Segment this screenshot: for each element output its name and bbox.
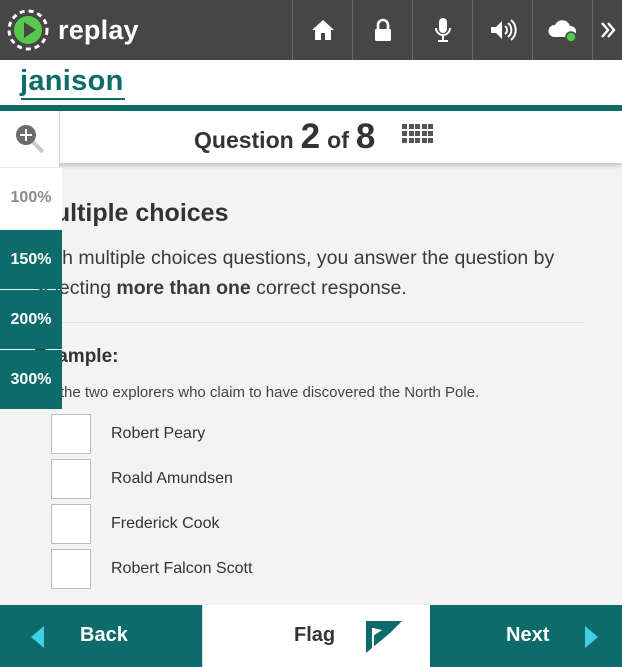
expand-toolbar-button[interactable] bbox=[592, 0, 622, 60]
janison-logo: janison bbox=[20, 65, 124, 97]
zoom-option-300[interactable]: 300% bbox=[0, 350, 62, 409]
bottom-navigation: Back Flag Next bbox=[0, 605, 622, 667]
zoom-option-100[interactable]: 100% bbox=[0, 168, 62, 228]
question-header: Question 2 of 8 bbox=[0, 111, 622, 163]
zoom-button[interactable] bbox=[0, 111, 60, 167]
zoom-option-150[interactable]: 150% bbox=[0, 230, 62, 289]
zoom-option-200[interactable]: 200% bbox=[0, 290, 62, 349]
instructions-emphasis: more than one bbox=[116, 277, 251, 299]
answer-checkbox[interactable] bbox=[51, 504, 91, 544]
question-title: Multiple choices bbox=[34, 199, 229, 227]
home-icon bbox=[311, 20, 334, 40]
question-prompt: Select the two explorers who claim to ha… bbox=[14, 384, 480, 401]
answer-label: Robert Peary bbox=[111, 425, 206, 442]
answer-label: Frederick Cook bbox=[111, 515, 220, 532]
answer-option[interactable]: Roald Amundsen bbox=[51, 459, 233, 499]
answer-checkbox[interactable] bbox=[51, 459, 91, 499]
replay-toolbar: replay bbox=[0, 0, 622, 60]
question-current: 2 bbox=[300, 117, 321, 156]
volume-button[interactable] bbox=[472, 0, 532, 60]
content-divider bbox=[54, 322, 584, 323]
arrow-right-icon bbox=[585, 626, 598, 648]
microphone-button[interactable] bbox=[412, 0, 472, 60]
next-button[interactable]: Next bbox=[430, 605, 622, 667]
answer-option[interactable]: Robert Peary bbox=[51, 414, 205, 454]
question-counter: Question 2 of 8 bbox=[194, 117, 375, 157]
instructions-text-end: correct response. bbox=[250, 277, 407, 299]
answer-label: Roald Amundsen bbox=[111, 470, 233, 487]
lock-icon bbox=[374, 18, 391, 41]
question-of-label: of bbox=[327, 127, 349, 153]
janison-header: janison bbox=[0, 60, 622, 105]
flag-label: Flag bbox=[294, 624, 336, 646]
replay-wordmark: replay bbox=[58, 14, 139, 45]
lock-button[interactable] bbox=[352, 0, 412, 60]
back-label: Back bbox=[80, 624, 128, 646]
janison-logo-underline bbox=[21, 98, 125, 100]
grid-icon[interactable] bbox=[402, 124, 433, 146]
back-button[interactable]: Back bbox=[0, 605, 203, 667]
answer-label: Robert Falcon Scott bbox=[111, 560, 253, 577]
replay-brand: replay bbox=[0, 0, 292, 60]
exam-page: replay janison Question 2 of 8 Multiple … bbox=[0, 0, 622, 667]
flag-icon bbox=[366, 621, 402, 653]
cloud-status-button[interactable] bbox=[532, 0, 592, 60]
answer-checkbox[interactable] bbox=[51, 414, 91, 454]
home-button[interactable] bbox=[292, 0, 352, 60]
answer-option[interactable]: Frederick Cook bbox=[51, 504, 219, 544]
volume-icon bbox=[490, 19, 517, 41]
flag-button[interactable]: Flag bbox=[203, 605, 430, 667]
question-content: Multiple choices With multiple choices q… bbox=[0, 163, 622, 605]
answer-option[interactable]: Robert Falcon Scott bbox=[51, 549, 252, 589]
answer-checkbox[interactable] bbox=[51, 549, 91, 589]
double-chevron-right-icon bbox=[600, 22, 616, 38]
question-total: 8 bbox=[355, 117, 376, 156]
zoom-in-icon bbox=[15, 125, 44, 154]
question-instructions: With multiple choices questions, you ans… bbox=[34, 243, 594, 303]
question-label: Question bbox=[194, 127, 294, 153]
next-label: Next bbox=[506, 624, 550, 646]
microphone-icon bbox=[434, 18, 451, 42]
cloud-icon bbox=[547, 20, 577, 43]
replay-logo-icon bbox=[7, 9, 49, 51]
arrow-left-icon bbox=[31, 626, 44, 648]
